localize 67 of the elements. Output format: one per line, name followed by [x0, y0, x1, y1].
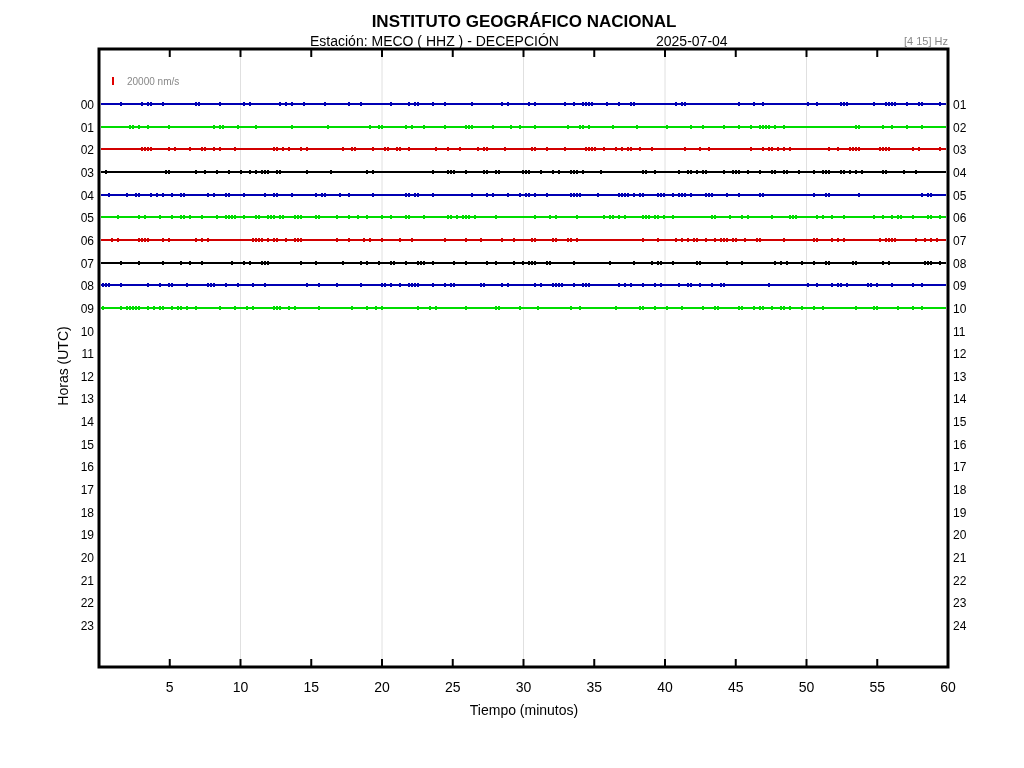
x-tick-label: 10: [232, 679, 249, 695]
hour-label: 12: [953, 347, 967, 362]
hour-label: 10: [80, 324, 94, 339]
x-tick-label: 40: [657, 679, 673, 695]
hour-label: 13: [953, 369, 967, 384]
hour-label: 16: [953, 437, 967, 452]
filter-label: [4 15] Hz: [903, 35, 948, 47]
x-tick-label: 15: [303, 679, 320, 695]
x-tick-label: 55: [869, 679, 886, 695]
hour-label: 05: [80, 211, 94, 226]
hour-label: 21: [953, 551, 967, 565]
hour-label: 21: [80, 573, 94, 588]
hour-label: 15: [80, 437, 94, 452]
hour-label: 08: [953, 256, 967, 271]
hour-label: 11: [953, 324, 966, 339]
hour-label: 09: [953, 279, 967, 294]
x-tick-label: 20: [374, 679, 390, 695]
hour-label: 18: [953, 483, 967, 498]
hour-label: 24: [953, 618, 967, 633]
hour-label: 19: [953, 505, 967, 520]
hour-label: 14: [953, 392, 967, 407]
hour-label: 07: [953, 233, 967, 248]
hour-label: 08: [80, 279, 94, 294]
hour-label: 17: [80, 483, 94, 498]
hour-label: 14: [80, 415, 94, 430]
x-tick-label: 5: [165, 679, 174, 695]
hour-label: 22: [80, 596, 94, 611]
x-tick-label: 60: [940, 679, 956, 695]
hour-label: 09: [80, 301, 94, 316]
hour-label: 07: [80, 256, 94, 271]
hour-label: 16: [80, 460, 94, 475]
date-label: 2025-07-04: [656, 33, 728, 49]
hour-label: 05: [953, 188, 967, 203]
hour-label: 12: [80, 369, 94, 384]
hour-label: 04: [953, 165, 967, 180]
x-tick-label: 50: [798, 679, 815, 695]
hour-label: 02: [953, 120, 967, 135]
hour-label: 20: [80, 551, 94, 565]
y-axis-label: Horas (UTC): [55, 326, 71, 406]
x-tick-label: 35: [586, 679, 603, 695]
hour-label: 19: [80, 528, 94, 543]
hour-label: 11: [81, 347, 94, 362]
hour-label: 06: [80, 233, 94, 248]
hour-label: 23: [953, 596, 967, 611]
hour-label: 10: [953, 301, 967, 316]
hour-label: 01: [80, 120, 94, 135]
hour-label: 04: [80, 188, 94, 203]
hour-label: 23: [80, 618, 94, 633]
hour-label: 02: [80, 143, 94, 158]
hour-label: 20: [953, 528, 967, 543]
scale-bar: [112, 77, 114, 85]
hour-label: 18: [80, 505, 94, 520]
hour-label: 00: [80, 98, 94, 112]
hour-label: 15: [953, 415, 967, 430]
hour-label: 01: [953, 98, 967, 112]
x-tick-label: 30: [515, 679, 532, 695]
x-axis-label: Tiempo (minutos): [469, 702, 579, 718]
hour-label: 22: [953, 573, 967, 588]
x-tick-label: 45: [727, 679, 744, 695]
scale-label: 20000 nm/s: [127, 76, 180, 87]
hour-label: 03: [953, 143, 967, 158]
hour-label: 17: [953, 460, 967, 475]
chart-title: INSTITUTO GEOGRÁFICO NACIONAL: [371, 12, 677, 31]
x-tick-label: 25: [444, 679, 461, 695]
hour-label: 03: [80, 165, 94, 180]
hour-label: 13: [80, 392, 94, 407]
hour-label: 06: [953, 211, 967, 226]
